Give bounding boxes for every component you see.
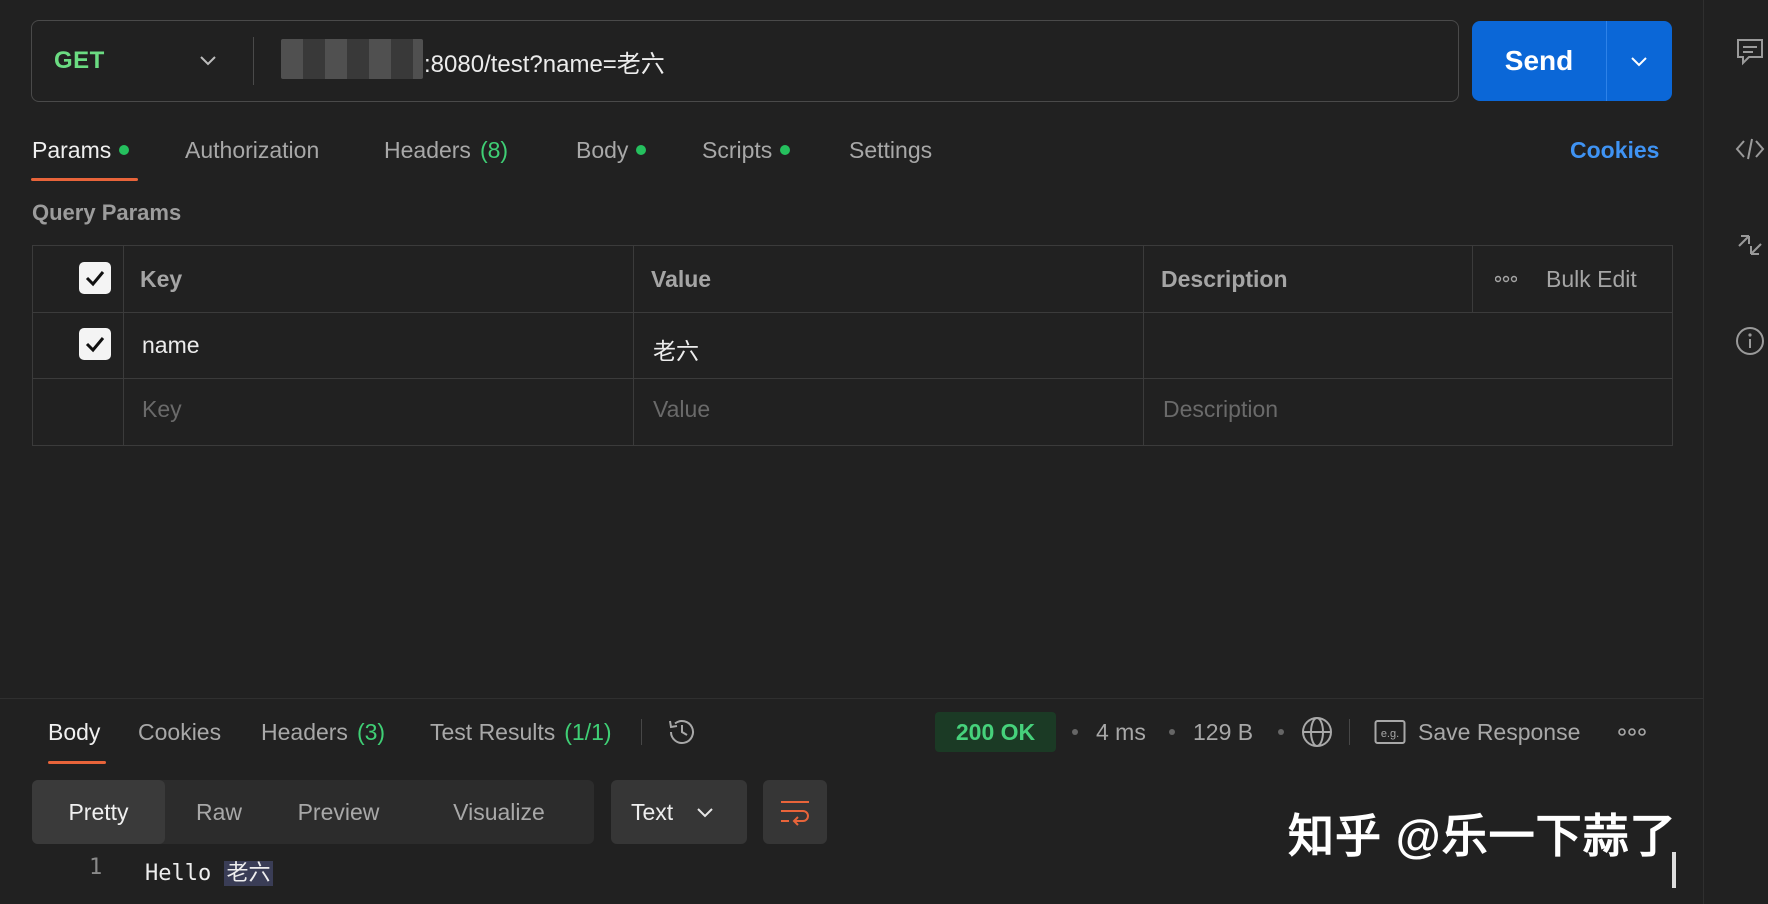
tab-label: Headers — [384, 136, 471, 163]
column-header-description: Description — [1161, 266, 1288, 292]
chevron-down-icon[interactable] — [197, 49, 219, 71]
more-options-icon[interactable] — [1618, 727, 1646, 737]
line-number: 1 — [89, 855, 103, 880]
tab-label: Body — [576, 136, 629, 163]
col-divider — [1472, 246, 1473, 312]
comments-icon[interactable] — [1733, 35, 1767, 69]
send-button-group: Send — [1472, 21, 1672, 101]
tab-authorization[interactable]: Authorization — [185, 130, 319, 170]
response-tab-cookies[interactable]: Cookies — [138, 712, 221, 752]
tab-label: Settings — [849, 136, 933, 163]
response-time: 4 ms — [1096, 718, 1146, 745]
view-mode-preview[interactable]: Preview — [273, 780, 404, 844]
tab-label: Scripts — [702, 136, 773, 163]
save-response-label: Save Response — [1418, 718, 1581, 745]
history-icon[interactable] — [665, 715, 699, 749]
response-tab-body[interactable]: Body — [48, 712, 100, 752]
param-value-cell[interactable]: 老六 — [653, 332, 699, 366]
save-response-button[interactable]: e.g. Save Response — [1374, 712, 1580, 752]
tab-body[interactable]: Body — [576, 130, 647, 170]
url-input[interactable]: :8080/test?name=老六 — [424, 21, 665, 101]
chevron-down-icon[interactable] — [1629, 51, 1649, 71]
active-tab-underline — [31, 178, 138, 181]
more-options-icon[interactable] — [1495, 275, 1517, 283]
response-tab-test-results[interactable]: Test Results (1/1) — [430, 712, 612, 752]
tab-settings[interactable]: Settings — [849, 130, 932, 170]
send-divider — [1606, 21, 1607, 101]
wrap-lines-icon — [781, 801, 809, 826]
related-collections-icon[interactable] — [1733, 228, 1767, 262]
check-icon — [85, 337, 105, 353]
check-icon — [85, 271, 105, 287]
col-divider — [633, 246, 634, 445]
tab-count: (1/1) — [564, 718, 612, 745]
response-body-line[interactable]: Hello 老六 — [145, 855, 273, 887]
tab-count: (8) — [479, 136, 509, 163]
select-all-checkbox[interactable] — [79, 262, 111, 294]
new-key-input[interactable]: Key — [142, 396, 182, 423]
column-header-value: Value — [651, 266, 712, 292]
tab-label: Params — [32, 136, 112, 163]
view-mode-switch: Pretty Raw Preview Visualize — [32, 780, 594, 844]
param-key-cell[interactable]: name — [142, 332, 200, 359]
info-icon[interactable] — [1733, 324, 1767, 358]
selected-text: 老六 — [224, 861, 273, 886]
status-dot — [119, 145, 130, 155]
url-divider — [253, 37, 254, 85]
method-select[interactable]: GET — [54, 21, 105, 101]
column-header-key: Key — [140, 266, 183, 292]
cookies-link[interactable]: Cookies — [1570, 130, 1659, 170]
view-mode-raw[interactable]: Raw — [165, 780, 273, 844]
format-label: Text — [631, 798, 674, 825]
row-divider — [33, 312, 1672, 313]
status-dot — [636, 145, 647, 155]
network-globe-icon[interactable] — [1300, 715, 1334, 749]
col-divider — [123, 246, 124, 445]
response-divider — [0, 698, 1703, 699]
tab-label: Authorization — [185, 136, 320, 163]
new-value-input[interactable]: Value — [653, 396, 710, 423]
send-button[interactable]: Send — [1472, 21, 1606, 101]
section-title: Query Params — [32, 200, 182, 225]
tab-count: (3) — [356, 718, 386, 745]
row-divider — [33, 378, 1672, 379]
bullet — [1072, 729, 1078, 735]
active-tab-underline — [48, 761, 106, 764]
response-size: 129 B — [1193, 718, 1254, 745]
sidebar-divider — [1703, 0, 1704, 904]
redacted-host — [281, 39, 423, 79]
row-checkbox[interactable] — [79, 328, 111, 360]
svg-text:e.g.: e.g. — [1381, 728, 1399, 740]
col-divider — [1143, 246, 1144, 445]
bulk-edit-button[interactable]: Bulk Edit — [1546, 266, 1637, 293]
bullet — [1169, 729, 1175, 735]
tab-params[interactable]: Params — [32, 130, 130, 170]
view-mode-pretty[interactable]: Pretty — [32, 780, 165, 844]
response-tab-headers[interactable]: Headers (3) — [261, 712, 385, 752]
tab-scripts[interactable]: Scripts — [702, 130, 791, 170]
separator — [641, 719, 642, 745]
response-text: Hello — [145, 861, 225, 886]
tab-label: Headers — [261, 718, 348, 745]
tab-label: Test Results — [430, 718, 556, 745]
request-url-bar: GET :8080/test?name=老六 — [31, 20, 1459, 102]
watermark: 知乎 @乐一下蒜了 — [1288, 810, 1677, 862]
view-mode-visualize[interactable]: Visualize — [404, 780, 594, 844]
tab-headers[interactable]: Headers (8) — [384, 130, 508, 170]
format-select[interactable]: Text — [611, 780, 747, 844]
status-badge: 200 OK — [935, 712, 1056, 752]
params-table: Key Value Description Bulk Edit name 老六 … — [32, 245, 1673, 446]
code-icon[interactable] — [1733, 132, 1767, 166]
status-dot — [780, 145, 791, 155]
separator — [1349, 719, 1350, 745]
chevron-down-icon — [697, 808, 713, 818]
text-cursor — [1672, 852, 1676, 888]
wrap-lines-button[interactable] — [763, 780, 827, 844]
new-description-input[interactable]: Description — [1163, 396, 1278, 423]
bullet — [1278, 729, 1284, 735]
example-icon: e.g. — [1374, 720, 1406, 744]
